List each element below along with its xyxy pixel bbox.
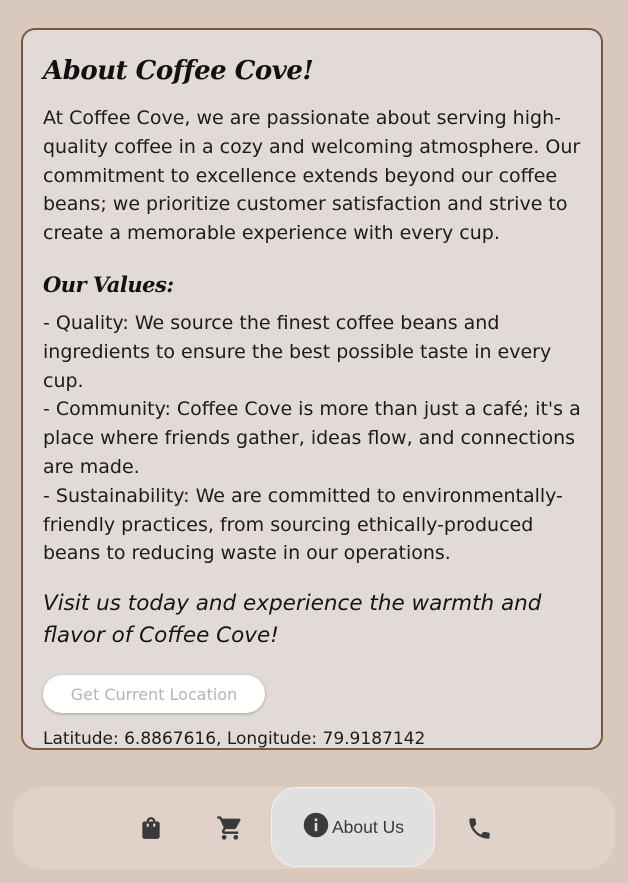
cart-icon [216, 814, 244, 842]
nav-cart-button[interactable] [212, 787, 248, 869]
bottom-navbar: About Us [13, 787, 615, 869]
values-list: - Quality: We source the finest coffee b… [43, 309, 581, 568]
values-title: Our Values: [43, 271, 174, 297]
shopping-bag-icon [138, 815, 164, 841]
value-item-quality: - Quality: We source the finest coffee b… [43, 311, 552, 392]
phone-icon [466, 815, 493, 842]
info-icon [302, 811, 330, 843]
nav-about-button[interactable]: About Us [271, 787, 435, 867]
about-card: About Coffee Cove! At Coffee Cove, we ar… [21, 28, 603, 750]
nav-about-label: About Us [332, 816, 404, 837]
page-title: About Coffee Cove! [43, 56, 314, 86]
value-item-sustainability: - Sustainability: We are committed to en… [43, 484, 563, 565]
coordinates-text: Latitude: 6.8867616, Longitude: 79.91871… [43, 729, 426, 750]
intro-paragraph: At Coffee Cove, we are passionate about … [43, 107, 581, 245]
nav-contact-button[interactable] [461, 787, 497, 869]
nav-shop-button[interactable] [133, 787, 169, 869]
get-location-button[interactable]: Get Current Location [43, 675, 265, 714]
value-item-community: - Community: Coffee Cove is more than ju… [43, 398, 581, 478]
closing-text: Visit us today and experience the warmth… [43, 591, 542, 649]
